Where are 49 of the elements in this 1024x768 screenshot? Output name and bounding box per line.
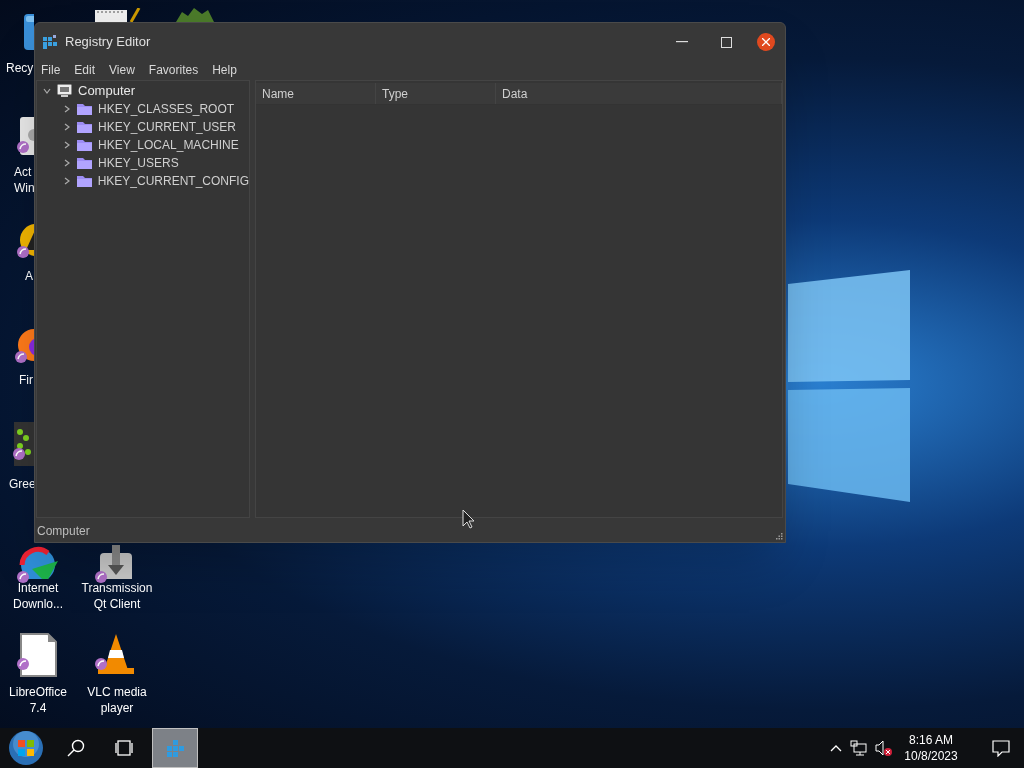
folder-icon xyxy=(77,120,92,134)
computer-icon xyxy=(57,84,72,98)
search-icon xyxy=(67,739,85,757)
task-view-icon xyxy=(114,740,134,756)
expand-chevron-icon[interactable] xyxy=(63,141,71,149)
clock[interactable]: 8:16 AM 10/8/2023 xyxy=(896,728,966,768)
menu-item[interactable]: File xyxy=(41,61,61,79)
tree-item[interactable]: HKEY_CLASSES_ROOT xyxy=(98,100,235,118)
expand-chevron-icon[interactable] xyxy=(63,105,71,113)
column-header[interactable]: Name xyxy=(256,83,376,104)
tree-item[interactable]: HKEY_LOCAL_MACHINE xyxy=(98,136,239,154)
folder-icon xyxy=(77,138,92,152)
resize-grip-icon[interactable] xyxy=(776,533,783,540)
tree-item[interactable]: HKEY_CURRENT_CONFIG xyxy=(97,172,249,190)
folder-icon xyxy=(77,156,92,170)
close-button[interactable] xyxy=(757,33,775,51)
window-title: Registry Editor xyxy=(65,33,151,52)
collapse-chevron-icon[interactable] xyxy=(43,87,51,95)
status-bar-text: Computer xyxy=(37,523,90,540)
menu-item[interactable]: Help xyxy=(212,61,237,79)
minimize-icon xyxy=(676,41,688,43)
plant-icon[interactable] xyxy=(174,6,216,22)
expand-chevron-icon[interactable] xyxy=(63,159,71,167)
desktop-icon-label[interactable]: Act Win xyxy=(14,164,34,196)
close-icon xyxy=(762,38,770,46)
desktop-icon-label[interactable]: LibreOffice 7.4 xyxy=(0,684,76,716)
column-header[interactable]: Data xyxy=(496,83,782,104)
desktop-icon-label[interactable]: VLC media player xyxy=(78,684,156,716)
tree-item[interactable]: HKEY_CURRENT_USER xyxy=(98,118,237,136)
folder-icon xyxy=(77,102,92,116)
registry-cubes-icon xyxy=(165,738,185,758)
folder-icon xyxy=(76,174,92,188)
desktop-icon-label[interactable]: Fir xyxy=(19,372,34,388)
tree-item[interactable]: HKEY_USERS xyxy=(98,154,179,172)
registry-cubes-icon xyxy=(43,35,57,49)
expand-chevron-icon[interactable] xyxy=(63,177,71,185)
desktop-icon-label[interactable]: Transmission Qt Client xyxy=(78,580,156,612)
desktop-icon-label[interactable]: Recy xyxy=(6,60,34,76)
tree-item[interactable]: Computer xyxy=(78,81,136,101)
mouse-pointer-icon xyxy=(462,509,475,529)
column-header[interactable]: Type xyxy=(376,83,496,104)
desktop-icon-label[interactable]: A xyxy=(25,268,34,284)
menu-item[interactable]: Favorites xyxy=(148,61,199,79)
notepad-icon[interactable] xyxy=(95,8,141,22)
expand-chevron-icon[interactable] xyxy=(63,123,71,131)
maximize-icon xyxy=(720,36,732,48)
menu-item[interactable]: View xyxy=(109,61,135,79)
menu-item[interactable]: Edit xyxy=(74,61,96,79)
desktop-icon-label[interactable]: Internet Downlo... xyxy=(0,580,76,612)
